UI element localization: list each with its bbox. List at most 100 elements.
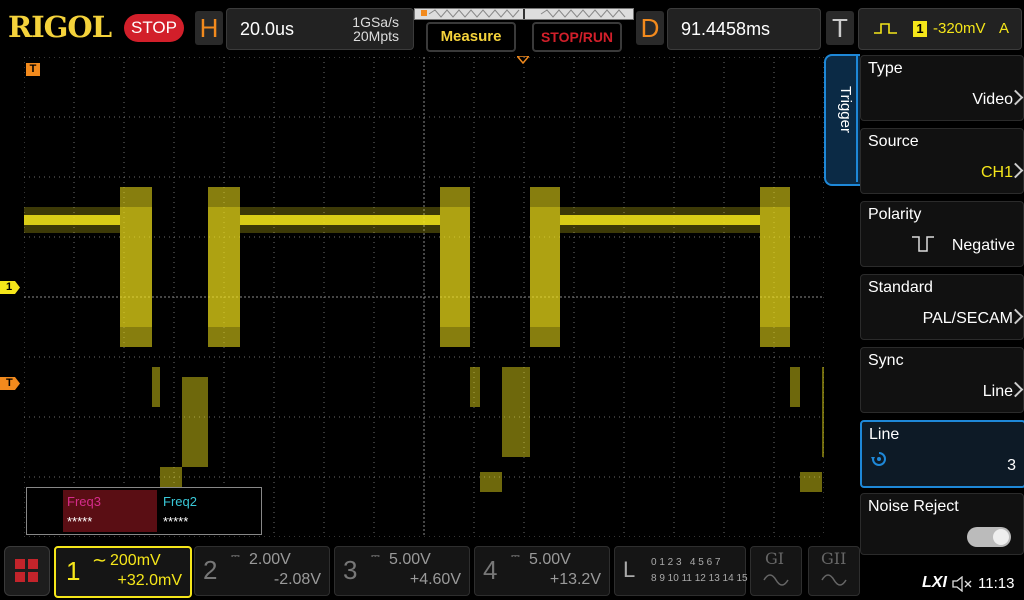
ch1-scale: 200mV [110, 552, 161, 569]
waveform-segment [182, 377, 208, 467]
menu-noise-reject-label: Noise Reject [868, 498, 959, 515]
menu-type-label: Type [868, 60, 903, 77]
counter-freq3-value: ***** [67, 514, 93, 529]
navigation-button[interactable] [4, 546, 50, 596]
horizontal-info[interactable]: 20.0us 1GSa/s 20Mpts [226, 8, 414, 50]
waveform-display[interactable]: Freq3 ***** Freq2 ***** [24, 57, 824, 537]
trigger-source-badge: 1 [913, 21, 927, 37]
waveform-segment [790, 367, 800, 407]
trigger-menu-tab[interactable]: Trigger [824, 54, 860, 186]
menu-type-value: Video [972, 91, 1013, 108]
counter-freq2[interactable]: Freq2 ***** [159, 490, 255, 532]
memory-pattern-icon [428, 9, 626, 19]
ch1-box[interactable]: 1 ∼ 200mV +32.0mV [54, 546, 192, 598]
menu-standard-label: Standard [868, 279, 933, 296]
waveform-segment [160, 467, 182, 487]
menu-type[interactable]: Type Video [860, 55, 1024, 121]
logic-letter: L [623, 557, 636, 582]
dc-coupling-icon: ⎓ [371, 550, 380, 562]
knob-icon [871, 452, 886, 466]
app-grid-icon [15, 559, 38, 582]
waveform-segment [560, 207, 760, 233]
logic-row1: 0 1 2 3 4 5 6 7 [651, 557, 721, 568]
sine-wave-icon [763, 574, 789, 586]
trigger-level: -320mV [933, 20, 986, 37]
waveform-segment [800, 472, 822, 492]
dc-coupling-icon: ⎓ [231, 550, 240, 562]
waveform-segment [480, 472, 502, 492]
memory-position-bar [414, 8, 634, 20]
menu-line-value: 3 [1007, 457, 1016, 474]
ch3-offset: +4.60V [409, 571, 461, 588]
negative-pulse-icon [912, 236, 934, 252]
horizontal-label[interactable]: H [195, 11, 223, 45]
menu-polarity-label: Polarity [868, 206, 922, 223]
logic-analyzer-box[interactable]: L 0 1 2 3 4 5 6 7 8 9 10 11 12 13 14 15 [614, 546, 748, 596]
dc-coupling-icon: ⎓ [511, 550, 520, 562]
ac-coupling-icon: ∼ [92, 550, 108, 570]
ch2-box[interactable]: 2 ⎓ 2.00V -2.08V [194, 546, 330, 596]
noise-reject-toggle[interactable] [967, 527, 1011, 547]
ch1-number: 1 [66, 556, 81, 586]
ch3-number: 3 [343, 555, 358, 585]
waveform-segment [208, 207, 240, 327]
trigger-info[interactable]: 1 -320mV A [858, 8, 1022, 50]
counter-freq2-value: ***** [163, 514, 189, 529]
menu-line-label: Line [869, 426, 900, 443]
waveform-segment [530, 207, 560, 327]
menu-standard[interactable]: Standard PAL/SECAM [860, 274, 1024, 340]
generator1-button[interactable]: GI [750, 546, 802, 596]
top-bar: RIGOL STOP H 20.0us 1GSa/s 20Mpts Measur… [0, 0, 1024, 56]
measure-button[interactable]: Measure [426, 22, 516, 52]
menu-source[interactable]: Source CH1 [860, 128, 1024, 194]
ch3-box[interactable]: 3 ⎓ 5.00V +4.60V [334, 546, 470, 596]
menu-noise-reject[interactable]: Noise Reject [860, 493, 1024, 555]
waveform-segment [440, 207, 470, 327]
delay-info[interactable]: 91.4458ms [667, 8, 821, 50]
sine-wave-icon [821, 574, 847, 586]
counter-freq3-label: Freq3 [67, 494, 101, 509]
run-state-badge[interactable]: STOP [124, 14, 184, 42]
graticule [24, 57, 824, 537]
menu-polarity-value: Negative [951, 237, 1015, 254]
logic-row2: 8 9 10 11 12 13 14 15 [651, 573, 748, 584]
trigger-position-marker[interactable]: T [26, 63, 40, 76]
generator1-label: GI [765, 549, 785, 568]
ch4-number: 4 [483, 555, 498, 585]
trigger-time-marker-icon [517, 56, 529, 64]
waveform-segment [470, 367, 480, 407]
speaker-muted-icon[interactable] [952, 576, 972, 592]
clock: 11:13 [978, 575, 1015, 592]
trigger-label[interactable]: T [826, 11, 854, 45]
waveform-segment [760, 207, 790, 327]
waveform-segment [822, 367, 824, 457]
ch3-scale: 5.00V [389, 551, 431, 568]
menu-connector [856, 54, 858, 182]
counter-freq2-label: Freq2 [163, 494, 197, 509]
ch2-number: 2 [203, 555, 218, 585]
waveform-segment [502, 367, 530, 457]
rigol-logo: RIGOL [8, 10, 112, 44]
generator2-label: GII [821, 549, 847, 568]
lxi-logo: LXI [922, 574, 947, 591]
menu-sync[interactable]: Sync Line [860, 347, 1024, 413]
delay-label[interactable]: D [636, 11, 664, 45]
waveform-segment [24, 207, 120, 233]
delay-value: 91.4458ms [681, 19, 771, 39]
sample-rate: 1GSa/s [352, 14, 399, 30]
menu-line[interactable]: Line 3 [860, 420, 1024, 488]
timebase-value: 20.0us [240, 19, 295, 39]
menu-polarity[interactable]: Polarity Negative [860, 201, 1024, 267]
toggle-knob [993, 529, 1009, 545]
generator2-button[interactable]: GII [808, 546, 860, 596]
trigger-menu-tab-label: Trigger [837, 86, 854, 133]
stop-run-button[interactable]: STOP/RUN [532, 22, 622, 52]
ch4-box[interactable]: 4 ⎓ 5.00V +13.2V [474, 546, 610, 596]
counter-freq3[interactable]: Freq3 ***** [63, 490, 157, 532]
menu-sync-label: Sync [868, 352, 904, 369]
trigger-level-marker[interactable]: T [0, 377, 20, 390]
ch1-offset-marker[interactable]: 1 [0, 281, 20, 294]
frequency-counters: Freq3 ***** Freq2 ***** [26, 487, 262, 535]
ch4-scale: 5.00V [529, 551, 571, 568]
ch2-offset: -2.08V [273, 571, 321, 588]
